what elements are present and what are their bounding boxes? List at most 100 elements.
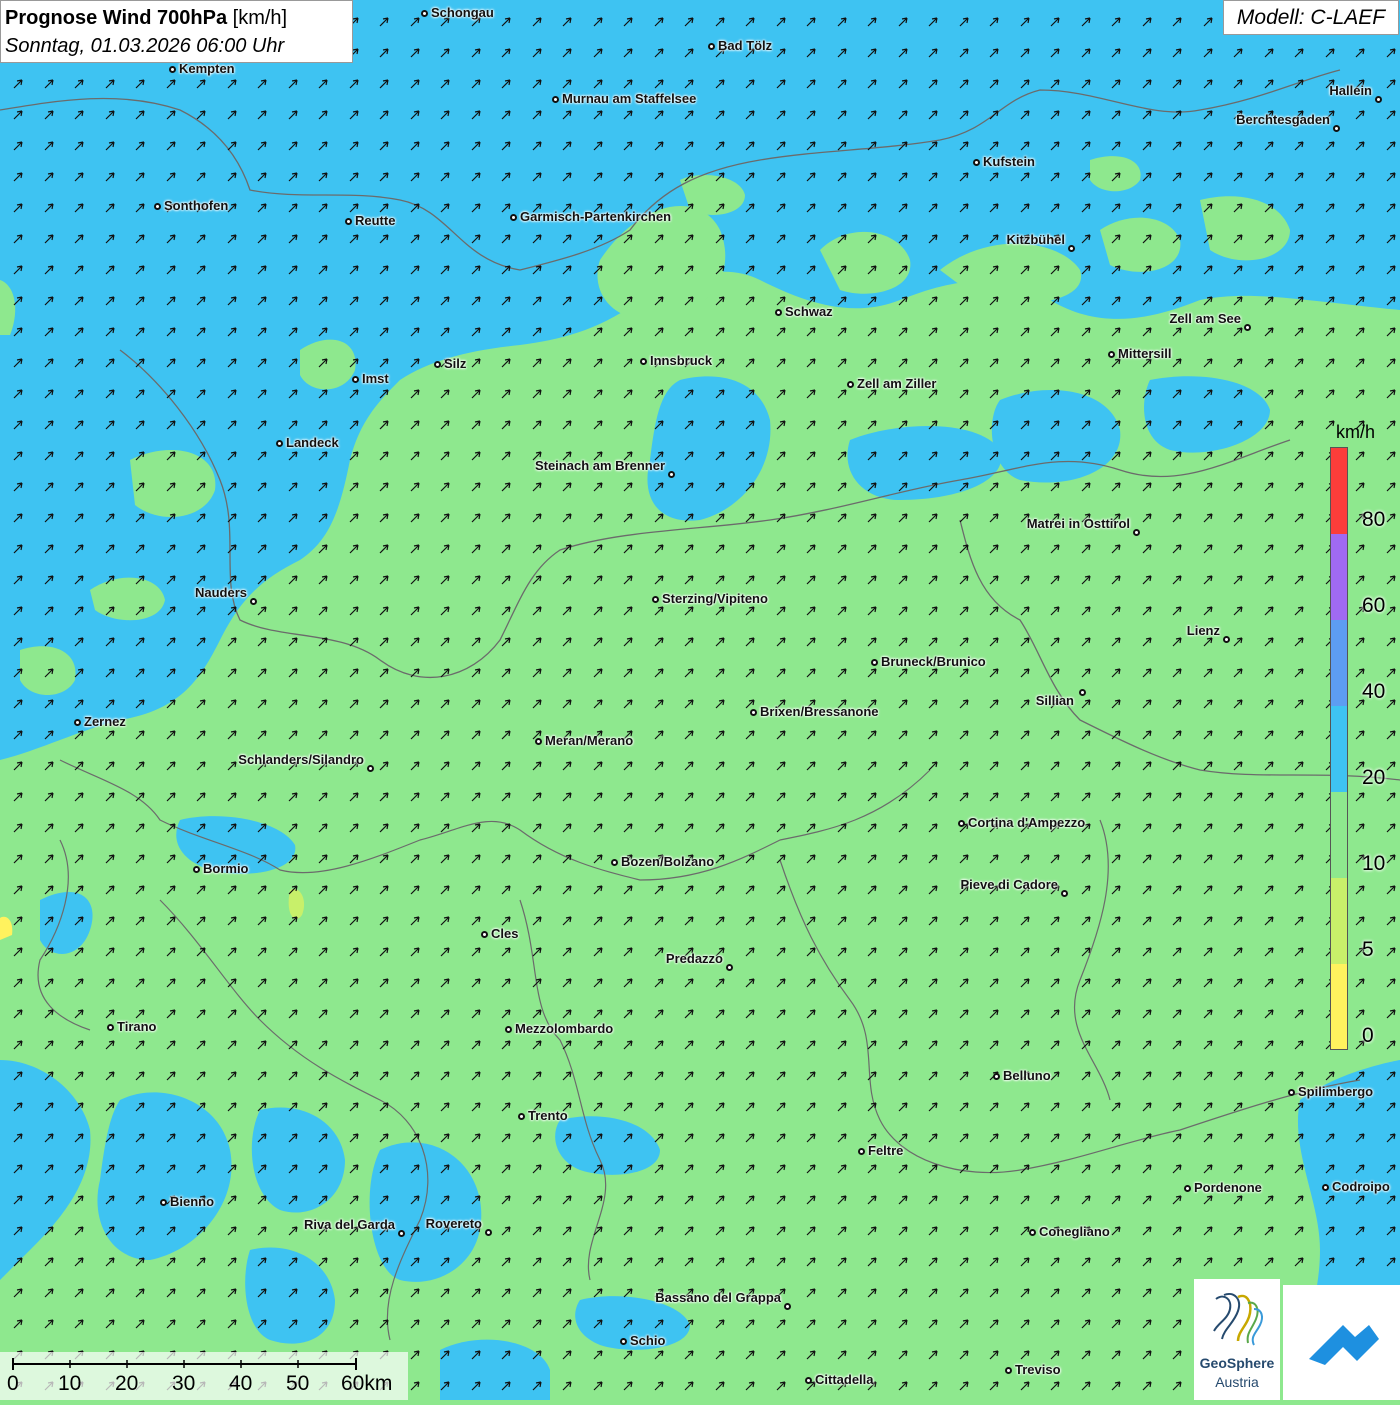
city-label: Sonthofen [164,198,229,213]
city-marker-icon [958,820,965,827]
city-label: Brixen/Bressanone [760,704,879,719]
city-label: Mittersill [1118,346,1172,361]
scale-label: 10 [58,1372,82,1395]
city-marker-icon [107,1024,114,1031]
city-label: Bad Tölz [718,38,773,53]
legend-seg-60 [1331,534,1347,620]
city-label: Bassano del Grappa [655,1290,781,1305]
city-label: Schio [630,1333,666,1348]
city-marker-icon [1005,1367,1012,1374]
legend-label: 60 [1362,594,1386,617]
city-marker-icon [1068,245,1075,252]
logo-sub: Austria [1215,1374,1259,1390]
city-label: Zernez [84,714,126,729]
city-label: Garmisch-Partenkirchen [520,209,672,224]
city-marker-icon [1184,1185,1191,1192]
legend-seg-40 [1331,620,1347,706]
city-marker-icon [620,1338,627,1345]
city-marker-icon [1133,529,1140,536]
city-label: Steinach am Brenner [534,458,665,473]
city-marker-icon [481,931,488,938]
city-marker-icon [858,1148,865,1155]
city-marker-icon [510,214,517,221]
app-logo-icon [1309,1325,1379,1365]
city-label: Zell am Ziller [857,376,937,391]
city-label: Schwaz [785,304,833,319]
map-datetime: Sonntag, 01.03.2026 06:00 Uhr [5,35,285,57]
legend-label: 20 [1362,766,1386,789]
city-label: Mezzolombardo [515,1021,614,1036]
city-label: Sillian [1035,693,1074,708]
city-label: Cles [491,926,519,941]
scale-label: 40 [229,1372,253,1395]
city-label: Predazzo [665,951,723,966]
city-label: Schongau [431,5,494,20]
city-label: Conegliano [1039,1224,1110,1239]
city-label: Matrei in Osttirol [1026,516,1130,531]
city-label: Zell am See [1169,311,1241,326]
city-marker-icon [668,471,675,478]
city-label: Bozen/Bolzano [621,854,715,869]
city-marker-icon [505,1026,512,1033]
geosphere-logo[interactable]: GeoSphere Austria [1194,1279,1280,1400]
city-marker-icon [421,10,428,17]
city-marker-icon [169,66,176,73]
color-legend: km/h 80 60 40 20 10 5 0 [1328,420,1386,1052]
city-label: Treviso [1015,1362,1061,1377]
model-label: Modell: C-LAEF [1223,0,1399,35]
city-marker-icon [1375,96,1382,103]
scale-label: 50 [286,1372,310,1395]
legend-seg-10 [1331,792,1347,878]
scale-label: 0 [7,1372,19,1395]
city-label: Bruneck/Brunico [881,654,986,669]
scale-label: 20 [115,1372,139,1395]
city-marker-icon [708,43,715,50]
city-label: Belluno [1003,1068,1051,1083]
city-marker-icon [160,1199,167,1206]
legend-seg-5 [1331,878,1347,964]
city-marker-icon [993,1073,1000,1080]
city-label: Lienz [1186,623,1220,638]
legend-label: 5 [1362,938,1374,961]
city-label: Reutte [355,213,396,228]
city-label: Pieve di Cadore [960,877,1058,892]
city-marker-icon [74,719,81,726]
city-marker-icon [552,96,559,103]
city-marker-icon [726,964,733,971]
city-label: Spilimbergo [1298,1084,1374,1099]
app-logo[interactable] [1283,1285,1400,1400]
city-marker-icon [352,376,359,383]
map-title: Prognose Wind 700hPa [km/h] [5,7,288,29]
city-marker-icon [535,738,542,745]
city-label: Murnau am Staffelsee [562,91,697,106]
city-marker-icon [652,596,659,603]
legend-label: 0 [1362,1024,1374,1047]
city-marker-icon [784,1303,791,1310]
city-label: Trento [528,1108,568,1123]
city-marker-icon [1322,1184,1329,1191]
city-marker-icon [398,1230,405,1237]
city-marker-icon [250,598,257,605]
city-label: Bormio [203,861,249,876]
city-marker-icon [847,381,854,388]
city-marker-icon [276,440,283,447]
city-label: Feltre [868,1143,904,1158]
city-label: Berchtesgaden [1236,112,1330,127]
city-marker-icon [154,203,161,210]
city-marker-icon [1288,1089,1295,1096]
city-marker-icon [611,859,618,866]
city-marker-icon [518,1113,525,1120]
city-label: Schlanders/Silandro [238,752,364,767]
logo-name: GeoSphere [1199,1355,1275,1371]
city-label: Silz [444,356,467,371]
city-label: Innsbruck [650,353,713,368]
scale-label: 30 [172,1372,196,1395]
city-label: Kempten [179,61,235,76]
city-marker-icon [640,358,647,365]
city-label: Hallein [1329,83,1372,98]
legend-seg-0 [1331,964,1347,1049]
city-label: Rovereto [425,1216,482,1231]
city-marker-icon [485,1229,492,1236]
city-label: Cortina d'Ampezzo [968,815,1086,830]
city-marker-icon [1333,125,1340,132]
